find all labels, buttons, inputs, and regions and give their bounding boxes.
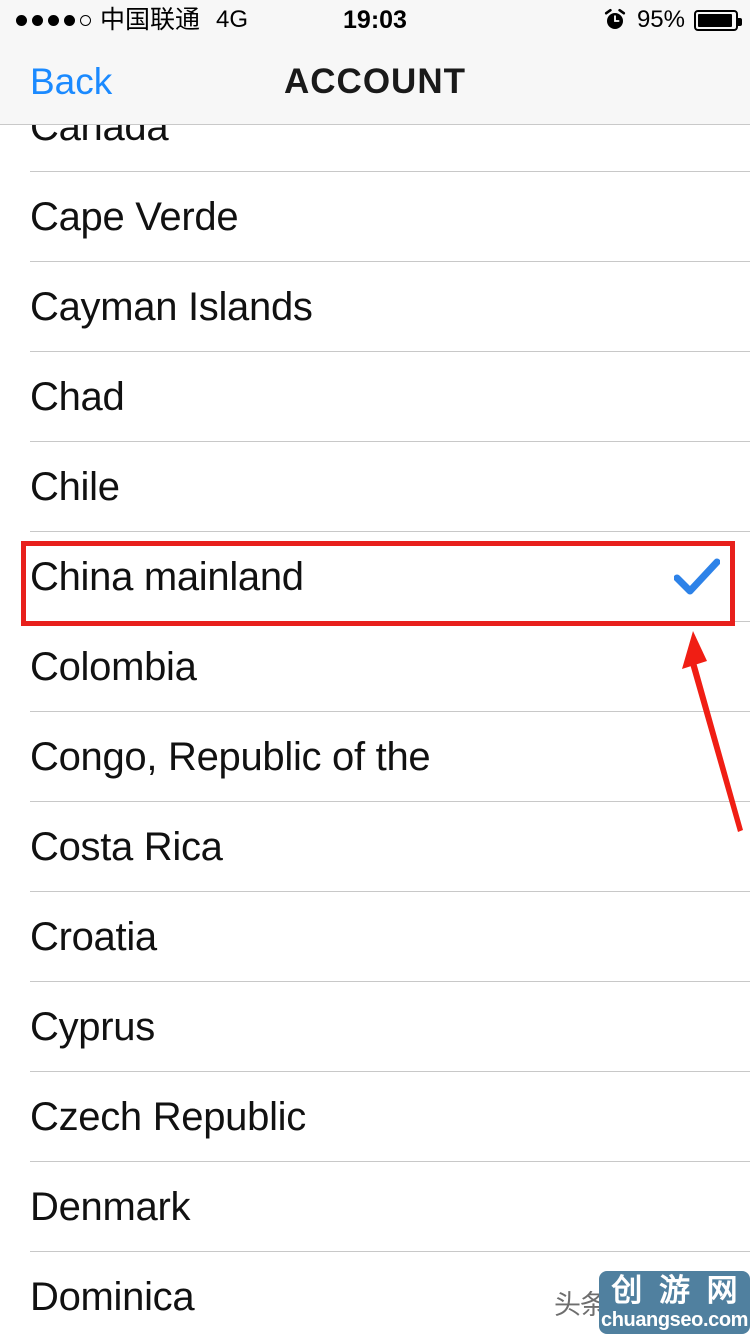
list-item[interactable]: Cyprus bbox=[0, 982, 750, 1072]
list-item[interactable]: Chad bbox=[0, 352, 750, 442]
list-item-label: Denmark bbox=[30, 1184, 191, 1229]
list-item-label: Colombia bbox=[30, 644, 197, 689]
list-item-label: Croatia bbox=[30, 914, 157, 959]
list-item-label: Cape Verde bbox=[30, 194, 239, 239]
country-list[interactable]: Canada Cape Verde Cayman Islands Chad Chile C… bbox=[0, 125, 750, 1334]
iphone-screen: 中国联通 4G 19:03 95% Back ACCOUNT Canada Cap… bbox=[0, 0, 750, 1334]
list-item-label: Cayman Islands bbox=[30, 284, 313, 329]
list-item[interactable]: China mainland bbox=[0, 532, 750, 622]
list-item-label: Chile bbox=[30, 464, 120, 509]
page-title: ACCOUNT bbox=[284, 62, 466, 101]
watermark-logo-char: 网 bbox=[706, 1272, 738, 1309]
watermark-logo: 创游网 chuangseo.com bbox=[599, 1271, 750, 1334]
navigation-bar: Back ACCOUNT bbox=[0, 40, 750, 125]
list-item-label: Chad bbox=[30, 374, 125, 419]
list-item-label: Costa Rica bbox=[30, 824, 223, 869]
watermark-logo-chinese: 创游网 bbox=[599, 1271, 750, 1311]
list-item[interactable]: Costa Rica bbox=[0, 802, 750, 892]
list-item[interactable]: Congo, Republic of the bbox=[0, 712, 750, 802]
list-item[interactable]: Cape Verde bbox=[0, 172, 750, 262]
list-item-label: Congo, Republic of the bbox=[30, 734, 431, 779]
battery-percent-label: 95% bbox=[636, 6, 685, 33]
watermark-logo-char: 创 bbox=[611, 1272, 643, 1309]
battery-icon bbox=[694, 9, 742, 31]
alarm-clock-icon bbox=[603, 8, 627, 32]
list-item-label: Czech Republic bbox=[30, 1094, 306, 1139]
watermark-logo-char: 游 bbox=[658, 1272, 690, 1309]
list-item-label: Canada bbox=[30, 125, 169, 149]
list-item[interactable]: Czech Republic bbox=[0, 1072, 750, 1162]
list-item[interactable]: Canada bbox=[0, 125, 750, 172]
list-item-label: Cyprus bbox=[30, 1004, 155, 1049]
watermark-logo-url: chuangseo.com bbox=[600, 1309, 749, 1331]
list-item-label: Dominica bbox=[30, 1274, 195, 1319]
list-item[interactable]: Croatia bbox=[0, 892, 750, 982]
list-item[interactable]: Chile bbox=[0, 442, 750, 532]
list-item[interactable]: Denmark bbox=[0, 1162, 750, 1252]
status-bar-right: 95% bbox=[603, 0, 742, 40]
status-bar: 中国联通 4G 19:03 95% bbox=[0, 0, 750, 40]
list-item[interactable]: Colombia bbox=[0, 622, 750, 712]
watermark: 头条 创游网 chuangseo.com bbox=[548, 1266, 750, 1334]
list-item[interactable]: Cayman Islands bbox=[0, 262, 750, 352]
list-item-label: China mainland bbox=[30, 554, 304, 599]
checkmark-icon bbox=[674, 532, 720, 622]
